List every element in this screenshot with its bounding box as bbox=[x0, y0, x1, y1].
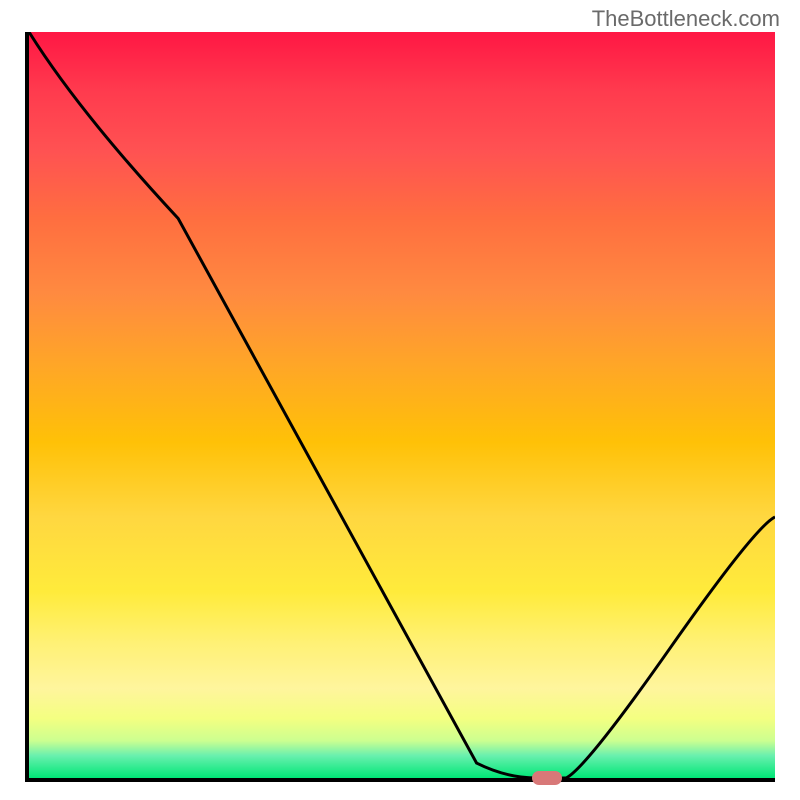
chart-marker bbox=[532, 771, 562, 785]
chart-curve bbox=[29, 32, 775, 778]
chart-container bbox=[25, 32, 775, 782]
watermark-text: TheBottleneck.com bbox=[592, 6, 780, 32]
